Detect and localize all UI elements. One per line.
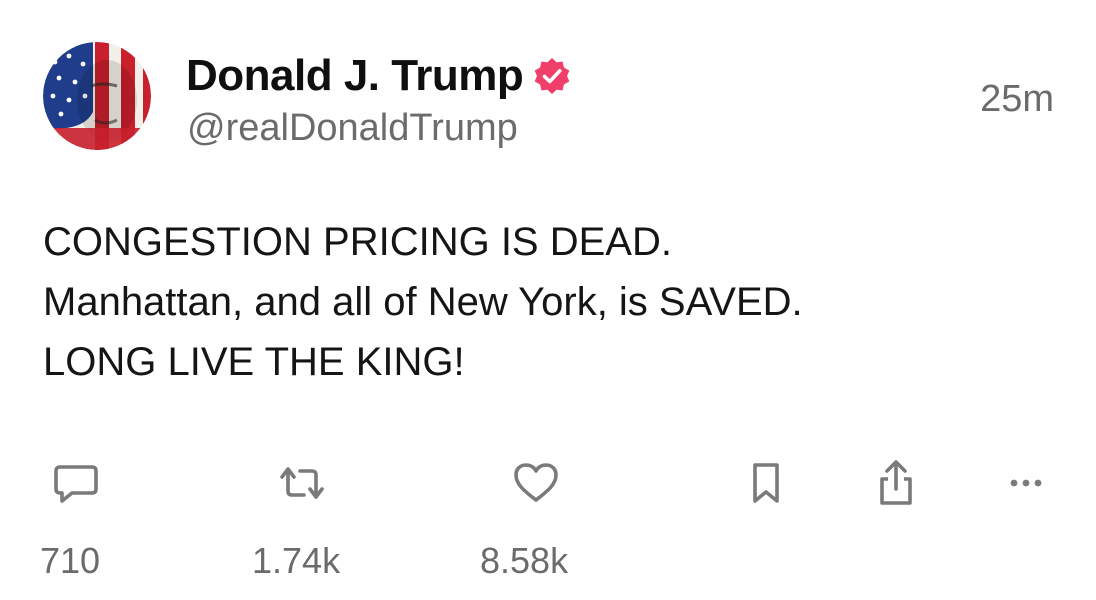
author-name-row: Donald J. Trump xyxy=(186,48,572,104)
more-button[interactable] xyxy=(998,455,1054,511)
repost-icon xyxy=(280,467,324,499)
verified-badge-icon xyxy=(532,56,572,96)
repost-count: 1.74k xyxy=(252,540,341,581)
repost-button[interactable] xyxy=(274,455,330,511)
share-icon xyxy=(880,460,912,505)
author-handle[interactable]: @realDonaldTrump xyxy=(187,107,518,150)
author-display-name[interactable]: Donald J. Trump xyxy=(186,51,524,101)
post-text-line: Manhattan, and all of New York, is SAVED… xyxy=(43,280,803,324)
reply-button[interactable] xyxy=(48,455,104,511)
share-button[interactable] xyxy=(868,455,924,511)
like-button[interactable] xyxy=(508,455,564,511)
post-card: Donald J. Trump @realDonaldTrump 25m CON… xyxy=(0,0,1096,600)
reply-count: 710 xyxy=(40,540,101,581)
post-timestamp[interactable]: 25m xyxy=(980,78,1054,121)
heart-icon xyxy=(514,463,558,502)
more-icon xyxy=(1010,479,1042,487)
reply-icon xyxy=(54,465,98,503)
post-text-line: CONGESTION PRICING IS DEAD. xyxy=(43,220,672,264)
avatar[interactable] xyxy=(43,42,151,150)
like-count: 8.58k xyxy=(480,540,569,581)
bookmark-button[interactable] xyxy=(738,455,794,511)
post-text-line: LONG LIVE THE KING! xyxy=(43,340,465,384)
post-body: CONGESTION PRICING IS DEAD. Manhattan, a… xyxy=(43,212,1053,392)
action-counts: 710 1.74k 8.58k xyxy=(0,540,1096,590)
action-bar xyxy=(0,455,1096,515)
bookmark-icon xyxy=(753,463,779,503)
avatar-image xyxy=(43,42,151,150)
